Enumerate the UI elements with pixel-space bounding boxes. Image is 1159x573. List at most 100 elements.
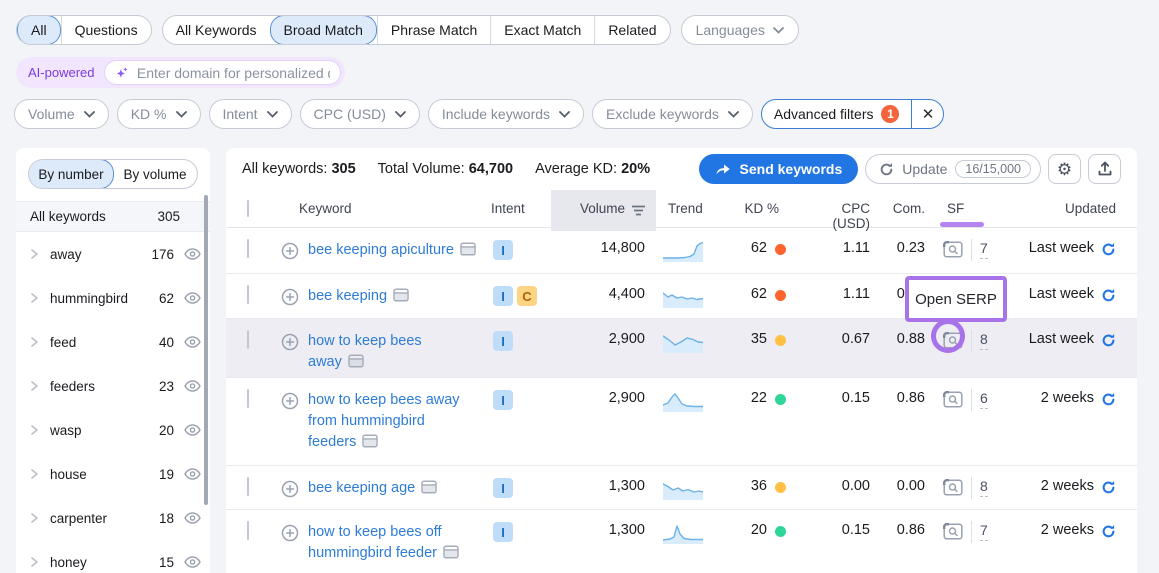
header-keyword[interactable]: Keyword	[272, 190, 491, 231]
serp-features-count[interactable]: 8	[980, 331, 988, 350]
tab-related[interactable]: Related	[594, 16, 669, 44]
sidebar-scrollbar[interactable]	[204, 195, 208, 505]
sidebar-item-feed[interactable]: feed40	[16, 320, 210, 364]
open-serp-button[interactable]	[943, 332, 963, 349]
serp-features-count[interactable]: 6	[980, 390, 988, 409]
sidebar-tab-by-number[interactable]: By number	[28, 159, 114, 189]
columns-settings-button[interactable]: ⚙	[1048, 154, 1081, 184]
add-keyword-icon[interactable]	[281, 333, 299, 356]
eye-icon[interactable]	[182, 380, 202, 392]
serp-source-icon[interactable]	[460, 244, 476, 260]
keyword-link[interactable]: how to keep bees away	[308, 331, 422, 375]
eye-icon[interactable]	[182, 336, 202, 348]
row-checkbox[interactable]	[247, 330, 249, 349]
header-volume[interactable]: Volume	[551, 190, 656, 231]
tab-phrase-match[interactable]: Phrase Match	[377, 16, 490, 44]
chevron-right-icon[interactable]	[30, 336, 39, 348]
add-keyword-icon[interactable]	[281, 392, 299, 415]
sidebar-tab-by-volume[interactable]: By volume	[113, 160, 197, 188]
header-cpc[interactable]: CPC (USD)	[831, 190, 881, 231]
refresh-keyword-button[interactable]	[1101, 524, 1116, 539]
sidebar-item-feeders[interactable]: feeders23	[16, 364, 210, 408]
open-serp-button[interactable]	[943, 479, 963, 496]
serp-source-icon[interactable]	[421, 482, 437, 498]
tab-broad-match[interactable]: Broad Match	[270, 15, 377, 45]
refresh-keyword-button[interactable]	[1101, 242, 1116, 257]
keyword-link[interactable]: how to keep bees off hummingbird feeder	[308, 522, 459, 566]
keyword-link[interactable]: bee keeping apiculture	[308, 240, 476, 263]
tab-all-keywords[interactable]: All Keywords	[163, 16, 270, 44]
row-checkbox[interactable]	[247, 389, 249, 408]
eye-icon[interactable]	[182, 468, 202, 480]
refresh-keyword-button[interactable]	[1101, 480, 1116, 495]
filter-kd[interactable]: KD %	[117, 99, 201, 129]
chevron-right-icon[interactable]	[30, 512, 39, 524]
open-serp-button[interactable]	[943, 241, 963, 258]
header-kd[interactable]: KD %	[741, 190, 831, 231]
sidebar-item-wasp[interactable]: wasp20	[16, 408, 210, 452]
sidebar-item-carpenter[interactable]: carpenter18	[16, 496, 210, 540]
domain-input-wrap[interactable]	[104, 60, 341, 85]
domain-input[interactable]	[137, 65, 331, 81]
languages-dropdown[interactable]: Languages	[681, 15, 799, 45]
open-serp-button[interactable]	[943, 391, 963, 408]
filter-volume[interactable]: Volume	[14, 99, 109, 129]
sidebar-item-away[interactable]: away176	[16, 232, 210, 276]
serp-features-count[interactable]: 7	[980, 240, 988, 259]
all-keywords-row[interactable]: All keywords 305	[16, 201, 210, 232]
send-keywords-button[interactable]: Send keywords	[699, 154, 859, 184]
header-updated[interactable]: Updated	[1026, 190, 1121, 231]
chevron-right-icon[interactable]	[30, 248, 39, 260]
select-all-checkbox[interactable]	[247, 200, 249, 217]
keyword-link[interactable]: how to keep bees away from hummingbird f…	[308, 390, 460, 455]
add-keyword-icon[interactable]	[281, 242, 299, 265]
filter-cpc-usd[interactable]: CPC (USD)	[300, 99, 420, 129]
header-com[interactable]: Com.	[881, 190, 936, 231]
serp-source-icon[interactable]	[348, 356, 364, 372]
keyword-link[interactable]: bee keeping	[308, 286, 409, 309]
sidebar-item-house[interactable]: house19	[16, 452, 210, 496]
row-checkbox[interactable]	[247, 285, 249, 304]
refresh-keyword-button[interactable]	[1101, 392, 1116, 407]
eye-icon[interactable]	[182, 512, 202, 524]
serp-source-icon[interactable]	[362, 436, 378, 452]
update-button[interactable]: Update 16/15,000	[865, 154, 1041, 184]
header-trend[interactable]: Trend	[656, 190, 741, 231]
keyword-link[interactable]: bee keeping age	[308, 478, 437, 501]
sidebar-item-hummingbird[interactable]: hummingbird62	[16, 276, 210, 320]
row-checkbox[interactable]	[247, 239, 249, 258]
filter-exclude-keywords[interactable]: Exclude keywords	[592, 99, 753, 129]
eye-icon[interactable]	[182, 424, 202, 436]
clear-filters-button[interactable]: ✕	[911, 100, 943, 128]
filter-intent[interactable]: Intent	[209, 99, 292, 129]
row-checkbox[interactable]	[247, 521, 249, 540]
eye-icon[interactable]	[182, 248, 202, 260]
eye-icon[interactable]	[182, 556, 202, 568]
add-keyword-icon[interactable]	[281, 480, 299, 503]
serp-features-count[interactable]: 8	[980, 478, 988, 497]
refresh-keyword-button[interactable]	[1101, 288, 1116, 303]
filter-include-keywords[interactable]: Include keywords	[428, 99, 584, 129]
tab-all[interactable]: All	[17, 15, 61, 45]
eye-icon[interactable]	[182, 292, 202, 304]
header-sf[interactable]: SF	[936, 190, 1026, 231]
chevron-right-icon[interactable]	[30, 556, 39, 568]
tab-questions[interactable]: Questions	[61, 16, 151, 44]
chevron-right-icon[interactable]	[30, 424, 39, 436]
row-checkbox[interactable]	[247, 477, 249, 496]
header-intent[interactable]: Intent	[491, 190, 551, 231]
chevron-right-icon[interactable]	[30, 292, 39, 304]
add-keyword-icon[interactable]	[281, 524, 299, 547]
tab-exact-match[interactable]: Exact Match	[490, 16, 594, 44]
serp-source-icon[interactable]	[393, 290, 409, 306]
advanced-filters-button[interactable]: Advanced filters 1	[762, 100, 912, 128]
chevron-right-icon[interactable]	[30, 380, 39, 392]
chevron-right-icon[interactable]	[30, 468, 39, 480]
add-keyword-icon[interactable]	[281, 288, 299, 311]
serp-source-icon[interactable]	[443, 547, 459, 563]
sidebar-item-honey[interactable]: honey15	[16, 540, 210, 573]
refresh-keyword-button[interactable]	[1101, 333, 1116, 348]
serp-features-count[interactable]: 7	[980, 522, 988, 541]
open-serp-button[interactable]	[943, 523, 963, 540]
export-button[interactable]	[1088, 154, 1121, 184]
